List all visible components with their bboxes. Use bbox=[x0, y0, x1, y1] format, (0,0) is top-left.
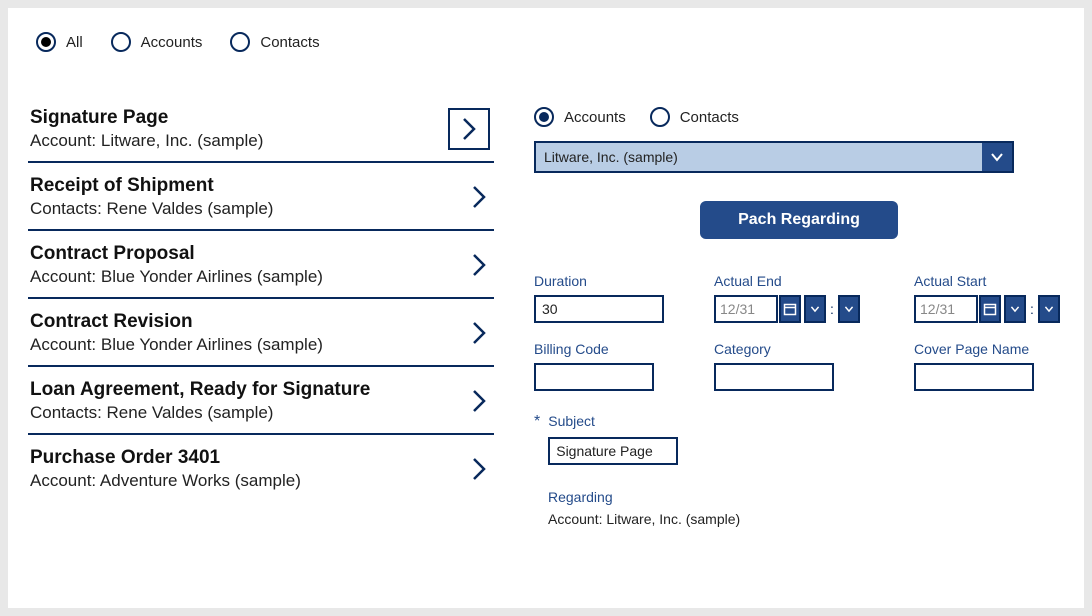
records-list: Signature Page Account: Litware, Inc. (s… bbox=[28, 107, 494, 527]
category-label: Category bbox=[714, 341, 884, 357]
subject-field: Subject bbox=[548, 413, 678, 465]
regarding-contacts-radio[interactable]: Contacts bbox=[650, 107, 739, 127]
radio-icon bbox=[230, 32, 250, 52]
hour-dropdown[interactable] bbox=[804, 295, 826, 323]
list-item[interactable]: Receipt of Shipment Contacts: Rene Valde… bbox=[28, 163, 494, 231]
radio-icon bbox=[111, 32, 131, 52]
list-item[interactable]: Contract Proposal Account: Blue Yonder A… bbox=[28, 231, 494, 299]
actual-end-date-input[interactable]: 12/31 bbox=[714, 295, 778, 323]
list-item-subtitle: Account: Blue Yonder Airlines (sample) bbox=[30, 335, 468, 355]
list-item-title: Purchase Order 3401 bbox=[30, 447, 468, 469]
form-grid: Duration Actual End 12/31 : bbox=[534, 273, 1064, 391]
subject-input[interactable] bbox=[548, 437, 678, 465]
actual-start-label: Actual Start bbox=[914, 273, 1064, 289]
billing-code-field: Billing Code bbox=[534, 341, 684, 391]
list-item-title: Signature Page bbox=[30, 107, 440, 129]
chevron-right-icon bbox=[468, 183, 490, 211]
list-item-subtitle: Contacts: Rene Valdes (sample) bbox=[30, 199, 468, 219]
pach-regarding-button[interactable]: Pach Regarding bbox=[700, 201, 898, 239]
time-colon: : bbox=[829, 301, 835, 317]
list-item-title: Contract Proposal bbox=[30, 243, 468, 265]
radio-icon bbox=[650, 107, 670, 127]
list-item-subtitle: Account: Adventure Works (sample) bbox=[30, 471, 468, 491]
actual-end-label: Actual End bbox=[714, 273, 884, 289]
cover-page-label: Cover Page Name bbox=[914, 341, 1064, 357]
dropdown-value: Litware, Inc. (sample) bbox=[536, 143, 982, 171]
regarding-contacts-label: Contacts bbox=[680, 109, 739, 126]
list-item-subtitle: Account: Blue Yonder Airlines (sample) bbox=[30, 267, 468, 287]
actual-end-field: Actual End 12/31 : bbox=[714, 273, 884, 323]
list-item[interactable]: Loan Agreement, Ready for Signature Cont… bbox=[28, 367, 494, 435]
list-item[interactable]: Contract Revision Account: Blue Yonder A… bbox=[28, 299, 494, 367]
regarding-accounts-radio[interactable]: Accounts bbox=[534, 107, 626, 127]
account-dropdown[interactable]: Litware, Inc. (sample) bbox=[534, 141, 1014, 173]
detail-panel: Accounts Contacts Litware, Inc. (sample)… bbox=[524, 107, 1064, 527]
regarding-accounts-label: Accounts bbox=[564, 109, 626, 126]
duration-label: Duration bbox=[534, 273, 684, 289]
filter-all-radio[interactable]: All bbox=[36, 32, 83, 52]
list-item[interactable]: Purchase Order 3401 Account: Adventure W… bbox=[28, 435, 494, 501]
list-item[interactable]: Signature Page Account: Litware, Inc. (s… bbox=[28, 107, 494, 163]
cover-page-field: Cover Page Name bbox=[914, 341, 1064, 391]
regarding-label: Regarding bbox=[548, 489, 1064, 505]
regarding-type-row: Accounts Contacts bbox=[534, 107, 1064, 127]
chevron-right-icon bbox=[468, 455, 490, 483]
actual-start-date-input[interactable]: 12/31 bbox=[914, 295, 978, 323]
category-input[interactable] bbox=[714, 363, 834, 391]
actual-start-field: Actual Start 12/31 : bbox=[914, 273, 1064, 323]
category-field: Category bbox=[714, 341, 884, 391]
calendar-icon[interactable] bbox=[979, 295, 1001, 323]
chevron-right-icon bbox=[468, 319, 490, 347]
billing-code-input[interactable] bbox=[534, 363, 654, 391]
top-filter-row: All Accounts Contacts bbox=[28, 32, 1064, 52]
calendar-icon[interactable] bbox=[779, 295, 801, 323]
chevron-right-icon bbox=[468, 387, 490, 415]
list-item-title: Loan Agreement, Ready for Signature bbox=[30, 379, 468, 401]
cover-page-input[interactable] bbox=[914, 363, 1034, 391]
regarding-block: Regarding Account: Litware, Inc. (sample… bbox=[548, 489, 1064, 527]
filter-contacts-label: Contacts bbox=[260, 34, 319, 51]
required-asterisk: * bbox=[534, 413, 540, 431]
chevron-down-icon[interactable] bbox=[982, 143, 1012, 171]
filter-accounts-radio[interactable]: Accounts bbox=[111, 32, 203, 52]
hour-dropdown[interactable] bbox=[1004, 295, 1026, 323]
chevron-right-icon bbox=[468, 251, 490, 279]
filter-accounts-label: Accounts bbox=[141, 34, 203, 51]
duration-input[interactable] bbox=[534, 295, 664, 323]
list-item-title: Receipt of Shipment bbox=[30, 175, 468, 197]
regarding-value: Account: Litware, Inc. (sample) bbox=[548, 511, 1064, 527]
minute-dropdown[interactable] bbox=[838, 295, 860, 323]
radio-icon bbox=[534, 107, 554, 127]
filter-contacts-radio[interactable]: Contacts bbox=[230, 32, 319, 52]
subject-label: Subject bbox=[548, 413, 678, 429]
chevron-right-icon bbox=[458, 115, 480, 143]
minute-dropdown[interactable] bbox=[1038, 295, 1060, 323]
app-window: All Accounts Contacts Signature Page Acc… bbox=[8, 8, 1084, 608]
list-item-title: Contract Revision bbox=[30, 311, 468, 333]
billing-code-label: Billing Code bbox=[534, 341, 684, 357]
list-item-subtitle: Account: Litware, Inc. (sample) bbox=[30, 131, 440, 151]
expand-button[interactable] bbox=[448, 108, 490, 150]
radio-icon bbox=[36, 32, 56, 52]
time-colon: : bbox=[1029, 301, 1035, 317]
list-item-subtitle: Contacts: Rene Valdes (sample) bbox=[30, 403, 468, 423]
filter-all-label: All bbox=[66, 34, 83, 51]
duration-field: Duration bbox=[534, 273, 684, 323]
